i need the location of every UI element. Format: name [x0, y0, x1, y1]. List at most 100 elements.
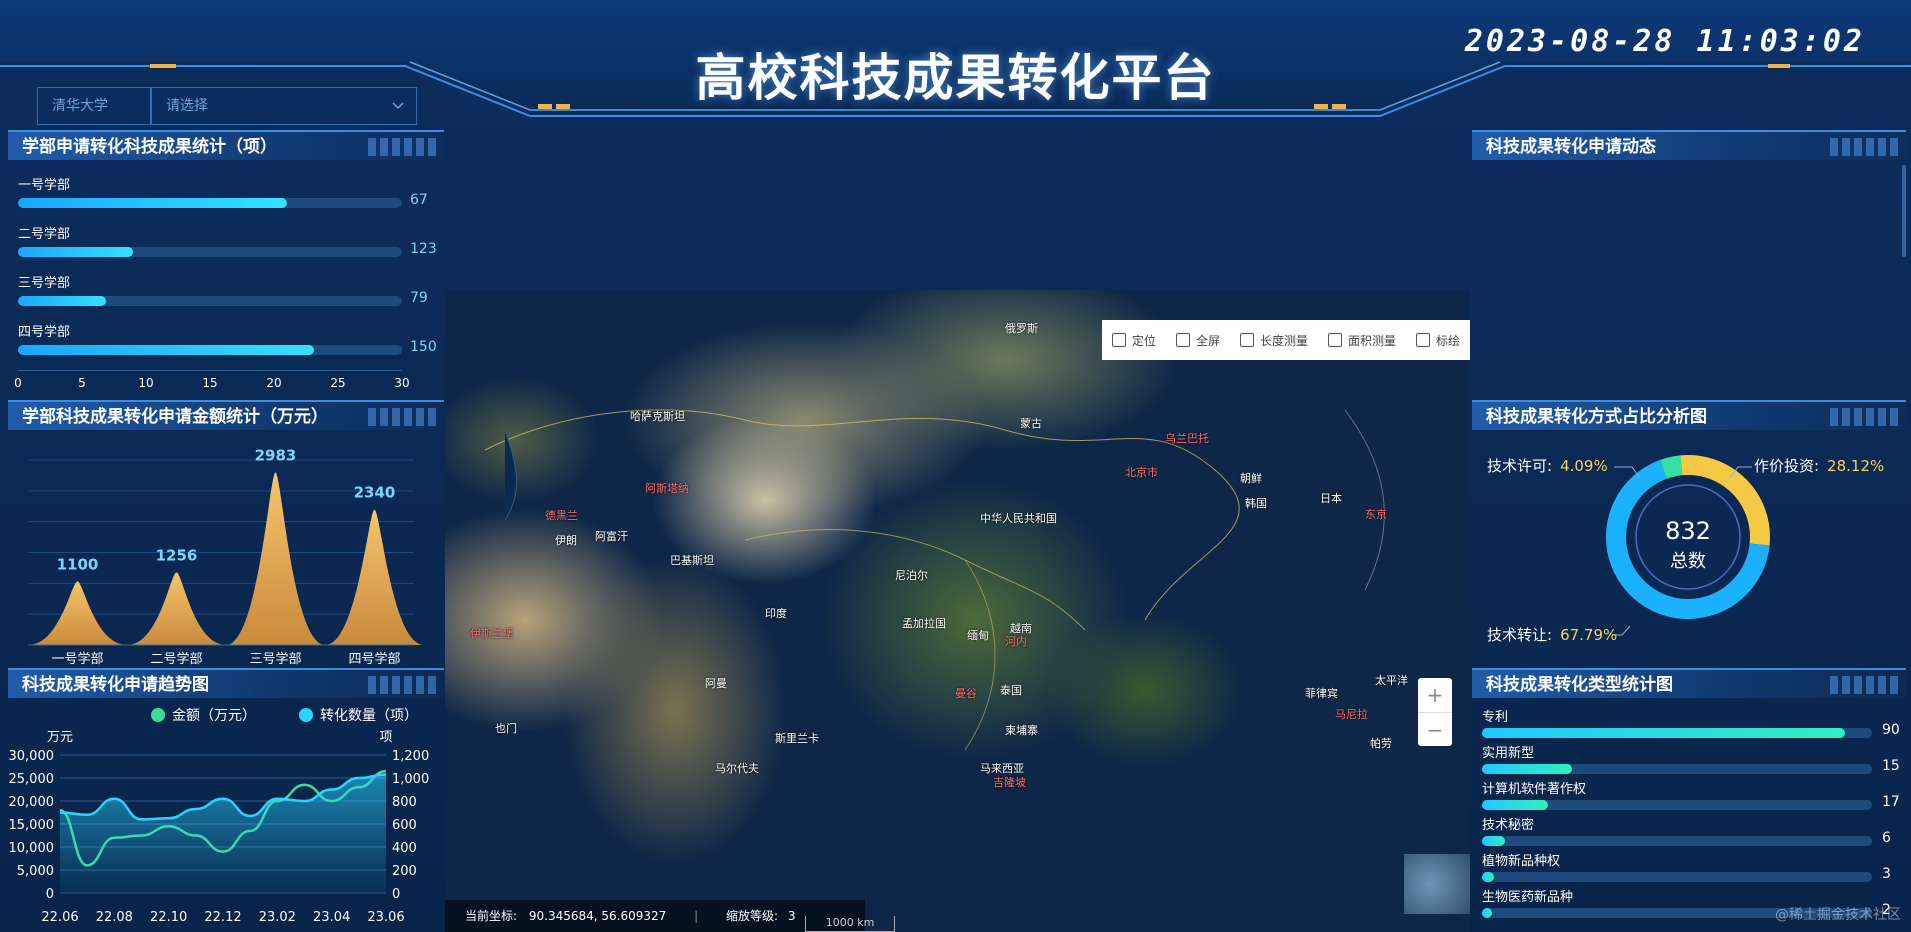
- y-tick-right: 400: [392, 841, 417, 856]
- y-axis-right-title: 项: [379, 730, 392, 745]
- slice-name: 技术许可:: [1487, 457, 1553, 475]
- y-tick-left: 20,000: [9, 795, 55, 810]
- map-tool-button[interactable]: 长度测量: [1239, 332, 1308, 349]
- donut-label-investment: 作价投资: 28.12%: [1754, 455, 1884, 476]
- title-decoration: [1830, 138, 1900, 156]
- coord-value: 90.345684, 56.609327: [528, 909, 667, 923]
- map-tool-button[interactable]: 定位: [1111, 332, 1156, 349]
- type-bar-row: 实用新型 15: [1482, 742, 1902, 774]
- slice-name: 技术转让:: [1487, 626, 1553, 644]
- y-tick-left: 5,000: [17, 864, 54, 879]
- type-bar-row: 计算机软件著作权 17: [1482, 778, 1902, 810]
- type-bar-label: 专利: [1482, 710, 1509, 725]
- axis-tick-label: 0: [14, 376, 22, 390]
- zoom-out-button[interactable]: −: [1418, 712, 1452, 746]
- map-place-label: 蒙古: [1020, 417, 1042, 430]
- dept-bar-track: [18, 247, 402, 257]
- y-tick-right: 600: [392, 818, 417, 833]
- status-divider: |: [694, 909, 699, 923]
- map-place-label: 柬埔寨: [1005, 724, 1038, 737]
- map-place-label: 吉隆坡: [993, 776, 1026, 789]
- dynamic-list-scrollbar[interactable]: [1902, 165, 1906, 257]
- dept-bar-fill: [18, 296, 107, 306]
- dept-bar-track: [18, 198, 402, 208]
- x-tick-label: 22.08: [96, 910, 133, 925]
- locate-icon: [1111, 333, 1126, 347]
- y-tick-right: 0: [392, 887, 400, 902]
- y-tick-left: 30,000: [9, 749, 55, 764]
- fullscreen-icon: [1175, 333, 1190, 347]
- donut-total-label: 总数: [1670, 551, 1706, 572]
- map-place-label: 伊斯兰堡: [470, 627, 514, 640]
- type-bar-value: 6: [1882, 830, 1891, 846]
- x-tick-label: 22.10: [150, 910, 187, 925]
- map-place-label: 泰国: [1000, 684, 1022, 697]
- map-place-label: 缅甸: [967, 629, 989, 642]
- map-tool-label: 全屏: [1195, 333, 1220, 348]
- x-tick-label: 23.06: [367, 910, 404, 925]
- x-tick-label: 22.12: [204, 910, 241, 925]
- type-bar-label: 计算机软件著作权: [1482, 782, 1587, 797]
- y-tick-left: 10,000: [9, 841, 55, 856]
- type-bar-fill: [1482, 728, 1845, 738]
- panel-title-text: 学部申请转化科技成果统计（项）: [22, 137, 277, 157]
- zoom-in-button[interactable]: +: [1418, 678, 1452, 712]
- type-bar-fill: [1482, 764, 1572, 774]
- type-bar-track: [1482, 764, 1872, 774]
- y-tick-left: 15,000: [9, 818, 55, 833]
- map-place-label: 马尼拉: [1335, 708, 1368, 721]
- basemap-switcher[interactable]: [1404, 854, 1470, 914]
- y-tick-right: 200: [392, 864, 417, 879]
- ruler-icon: [1239, 333, 1254, 347]
- y-tick-right: 800: [392, 795, 417, 810]
- amount-category-label: 一号学部: [51, 651, 103, 667]
- map-status-bar: 当前坐标: 90.345684, 56.609327 | 缩放等级: 3: [445, 900, 865, 932]
- legend-marker: [299, 708, 313, 722]
- map-tool-button[interactable]: 标绘: [1415, 332, 1460, 349]
- amount-value-label: 1256: [156, 546, 198, 564]
- slice-name: 作价投资:: [1754, 457, 1820, 475]
- map-place-label: 马尔代夫: [715, 762, 759, 775]
- type-bar-label: 植物新品种权: [1482, 854, 1561, 869]
- map-tool-button[interactable]: 全屏: [1175, 332, 1220, 349]
- map-borders: [484, 409, 1385, 751]
- dept-bar-row: 二号学部 123: [18, 223, 438, 257]
- type-bar-track: [1482, 800, 1872, 810]
- area-icon: [1327, 333, 1342, 347]
- map-place-label: 太平洋: [1375, 674, 1408, 687]
- amount-spike: [226, 472, 325, 645]
- category-select[interactable]: 请选择: [151, 87, 417, 125]
- type-bar-track: [1482, 836, 1872, 846]
- map-tool-button[interactable]: 面积测量: [1327, 332, 1396, 349]
- dept-bar-value: 67: [410, 192, 428, 208]
- dept-bar-fill: [18, 198, 287, 208]
- axis-tick-label: 30: [394, 376, 410, 390]
- chevron-down-icon: [392, 102, 404, 110]
- school-select[interactable]: 清华大学: [37, 87, 151, 125]
- map-place-label: 孟加拉国: [902, 617, 946, 630]
- slice-percent: 28.12%: [1827, 457, 1885, 475]
- dept-bar-fill: [18, 247, 134, 257]
- school-select-value: 清华大学: [52, 98, 108, 114]
- map-place-label: 曼谷: [955, 687, 977, 700]
- amount-value-label: 2983: [255, 447, 297, 465]
- x-tick-label: 22.06: [41, 910, 78, 925]
- panel-title-text: 学部科技成果转化申请金额统计（万元）: [22, 407, 328, 427]
- draw-icon: [1415, 333, 1430, 347]
- amount-category-label: 三号学部: [249, 651, 301, 667]
- axis-tick-label: 15: [202, 376, 218, 390]
- title-decoration: [368, 408, 438, 426]
- y-tick-right: 1,200: [392, 749, 429, 764]
- type-bar-row: 植物新品种权 3: [1482, 850, 1902, 882]
- type-bar-value: 15: [1882, 758, 1900, 774]
- amount-value-label: 2340: [354, 484, 396, 502]
- y-tick-left: 0: [46, 887, 54, 902]
- axis-tick-label: 25: [330, 376, 346, 390]
- dept-bar-row: 三号学部 79: [18, 272, 438, 306]
- dept-bar-row: 一号学部 67: [18, 174, 438, 208]
- satellite-map[interactable]: 俄罗斯 哈萨克斯坦 蒙古 中华人民共和国 北京市 朝鲜 韩国 日本 东京 阿富汗 伊朗 巴基斯坦 尼泊尔…: [445, 290, 1470, 932]
- map-scale-bar: 1000 km: [805, 916, 895, 932]
- dept-bar-track: [18, 345, 402, 355]
- type-bar-track: [1482, 872, 1872, 882]
- y-axis-left-title: 万元: [47, 730, 73, 745]
